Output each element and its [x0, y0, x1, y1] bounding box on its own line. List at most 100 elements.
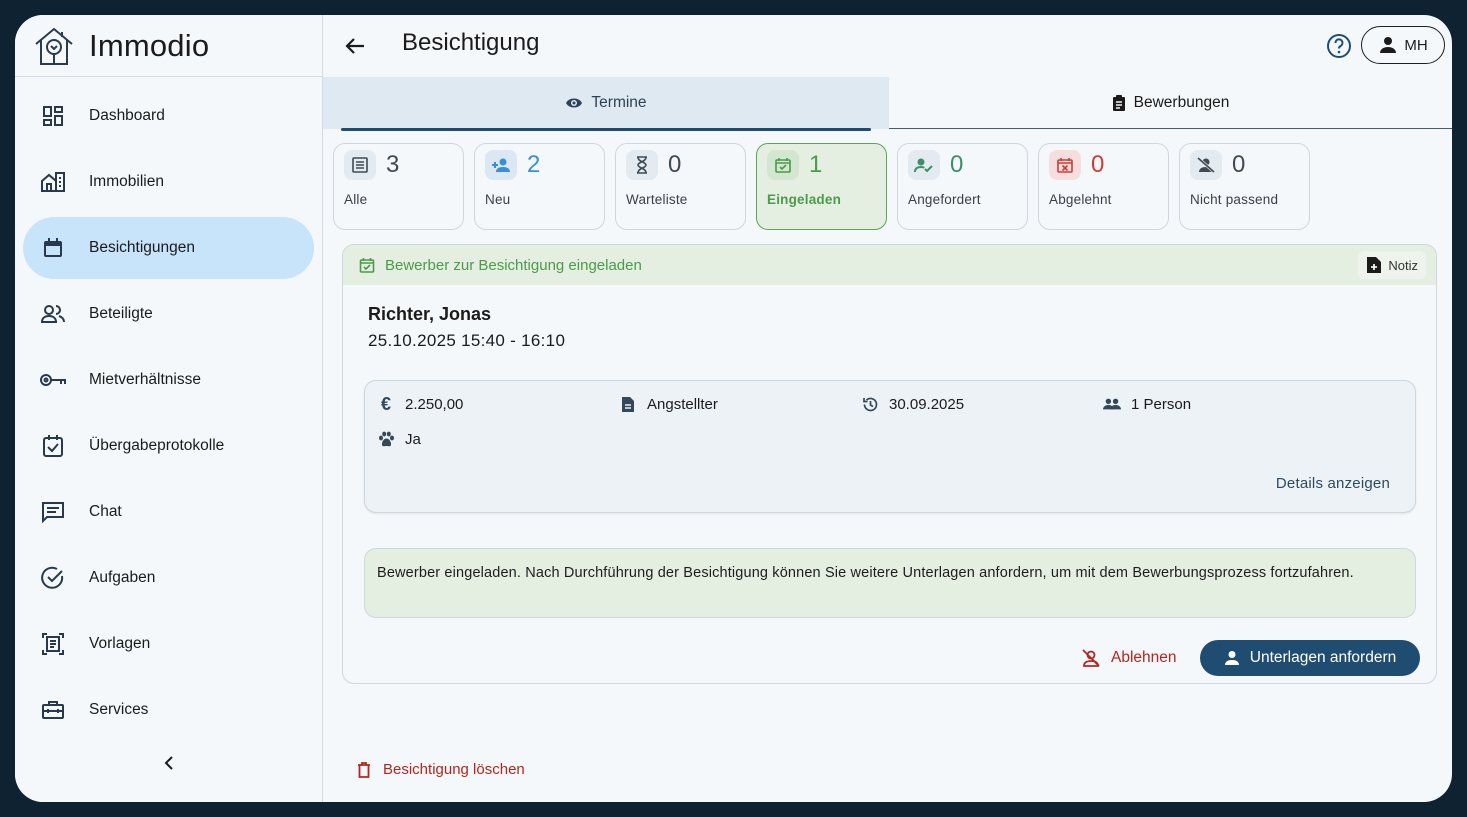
status-label: Abgelehnt: [1049, 192, 1112, 207]
chevron-left-icon: [164, 756, 173, 770]
status-label: Neu: [485, 192, 511, 207]
detail-value: 1 Person: [1131, 395, 1192, 413]
detail-value: Angstellter: [647, 395, 718, 413]
main-content: Besichtigung MH Termine Bewerbungen 3 Al…: [323, 15, 1452, 802]
brand[interactable]: Immodio: [15, 15, 322, 77]
history-icon: [861, 395, 879, 413]
house-tree-logo: [31, 23, 77, 69]
sidebar-item-immobilien[interactable]: Immobilien: [23, 151, 314, 213]
sidebar-item-chat[interactable]: Chat: [23, 481, 314, 543]
group-icon: [1103, 395, 1121, 413]
person-off-icon: [1190, 150, 1222, 180]
delete-viewing-button[interactable]: Besichtigung löschen: [357, 761, 525, 778]
details-link[interactable]: Details anzeigen: [1276, 475, 1390, 492]
app-name: Immodio: [89, 27, 210, 63]
collapse-sidebar-button[interactable]: [155, 749, 183, 777]
detail-move-in: 30.09.2025: [861, 395, 964, 413]
sidebar-item-uebergabeprotokolle[interactable]: Übergabeprotokolle: [23, 415, 314, 477]
detail-value: 30.09.2025: [889, 395, 965, 413]
calendar-icon: [39, 234, 67, 262]
applicant-card: Bewerber zur Besichtigung eingeladen Not…: [342, 244, 1437, 684]
sidebar-item-services[interactable]: Services: [23, 679, 314, 741]
sidebar-item-label: Immobilien: [89, 173, 164, 190]
list-icon: [344, 150, 376, 180]
document-icon: [619, 395, 637, 413]
decline-label: Ablehnen: [1111, 649, 1177, 666]
sidebar-item-label: Besichtigungen: [89, 239, 195, 256]
sidebar-item-aufgaben[interactable]: Aufgaben: [23, 547, 314, 609]
status-card-angefordert[interactable]: 0 Angefordert: [897, 143, 1028, 230]
chat-icon: [39, 498, 67, 526]
user-icon: [1224, 651, 1239, 665]
clipboard-icon: [1112, 95, 1125, 111]
person-check-icon: [908, 150, 940, 180]
note-button[interactable]: Notiz: [1358, 251, 1426, 279]
status-count: 2: [527, 151, 541, 178]
status-count: 1: [809, 151, 823, 178]
calendar-x-icon: [1049, 150, 1081, 180]
status-card-alle[interactable]: 3 Alle: [333, 143, 464, 230]
status-card-nicht-passend[interactable]: 0 Nicht passend: [1179, 143, 1310, 230]
help-button[interactable]: [1326, 33, 1352, 59]
calendar-check-icon: [359, 258, 375, 273]
arrow-left-icon: [345, 38, 364, 54]
detail-employment: Angstellter: [619, 395, 718, 413]
detail-pets: Ja: [377, 430, 421, 448]
request-documents-button[interactable]: Unterlagen anfordern: [1200, 640, 1420, 676]
status-count: 3: [386, 151, 400, 178]
sidebar: Immodio Dashboard Immobilien Besichtigun…: [15, 15, 323, 802]
sidebar-item-label: Services: [89, 701, 149, 718]
decline-button[interactable]: Ablehnen: [1081, 642, 1177, 674]
page-title: Besichtigung: [402, 29, 540, 56]
sidebar-item-beteiligte[interactable]: Beteiligte: [23, 283, 314, 345]
dashboard-icon: [39, 102, 67, 130]
app-window: Immodio Dashboard Immobilien Besichtigun…: [15, 15, 1452, 802]
status-label: Eingeladen: [767, 192, 842, 207]
applicant-details: € 2.250,00 Angstellter 30.09.2025 1 Pers…: [364, 380, 1416, 513]
detail-rent: € 2.250,00: [377, 393, 464, 414]
trash-icon: [358, 761, 370, 778]
person-off-icon: [1082, 649, 1100, 667]
note-add-icon: [1367, 257, 1382, 273]
status-count: 0: [1091, 151, 1105, 178]
sidebar-item-label: Übergabeprotokolle: [89, 437, 225, 454]
detail-persons: 1 Person: [1103, 395, 1191, 413]
status-count: 0: [950, 151, 964, 178]
tab-bewerbungen[interactable]: Bewerbungen: [889, 77, 1452, 129]
status-label: Alle: [344, 192, 368, 207]
status-count: 0: [668, 151, 682, 178]
detail-value: 2.250,00: [405, 395, 464, 413]
sidebar-item-vorlagen[interactable]: Vorlagen: [23, 613, 314, 675]
sidebar-item-label: Dashboard: [89, 107, 165, 124]
delete-label: Besichtigung löschen: [383, 761, 525, 778]
euro-icon: €: [380, 393, 391, 414]
status-label: Nicht passend: [1190, 192, 1279, 207]
people-icon: [39, 300, 67, 328]
building-icon: [39, 168, 67, 196]
card-header: Bewerber zur Besichtigung eingeladen Not…: [343, 245, 1436, 285]
status-card-warteliste[interactable]: 0 Warteliste: [615, 143, 746, 230]
sidebar-item-dashboard[interactable]: Dashboard: [23, 85, 314, 147]
status-card-abgelehnt[interactable]: 0 Abgelehnt: [1038, 143, 1169, 230]
user-menu-button[interactable]: MH: [1361, 26, 1445, 64]
sidebar-item-label: Mietverhältnisse: [89, 371, 201, 388]
status-count: 0: [1232, 151, 1246, 178]
person-add-icon: [485, 150, 517, 180]
check-circle-icon: [39, 564, 67, 592]
sidebar-item-mietverhaeltnisse[interactable]: Mietverhältnisse: [23, 349, 314, 411]
checklist-icon: [39, 432, 67, 460]
card-header-title: Bewerber zur Besichtigung eingeladen: [385, 256, 642, 274]
status-label: Angefordert: [908, 192, 981, 207]
tab-termine[interactable]: Termine: [323, 77, 889, 131]
back-button[interactable]: [341, 32, 369, 60]
status-card-eingeladen[interactable]: 1 Eingeladen: [756, 143, 887, 230]
status-card-neu[interactable]: 2 Neu: [474, 143, 605, 230]
paw-icon: [377, 430, 395, 448]
tab-bar: Termine Bewerbungen: [323, 77, 1452, 131]
user-initials: MH: [1404, 36, 1428, 54]
sidebar-item-label: Chat: [89, 503, 122, 520]
status-info-box: Bewerber eingeladen. Nach Durchführung d…: [364, 548, 1416, 618]
key-icon: [39, 366, 67, 394]
sidebar-item-besichtigungen[interactable]: Besichtigungen: [23, 217, 314, 279]
eye-icon: [566, 98, 583, 108]
